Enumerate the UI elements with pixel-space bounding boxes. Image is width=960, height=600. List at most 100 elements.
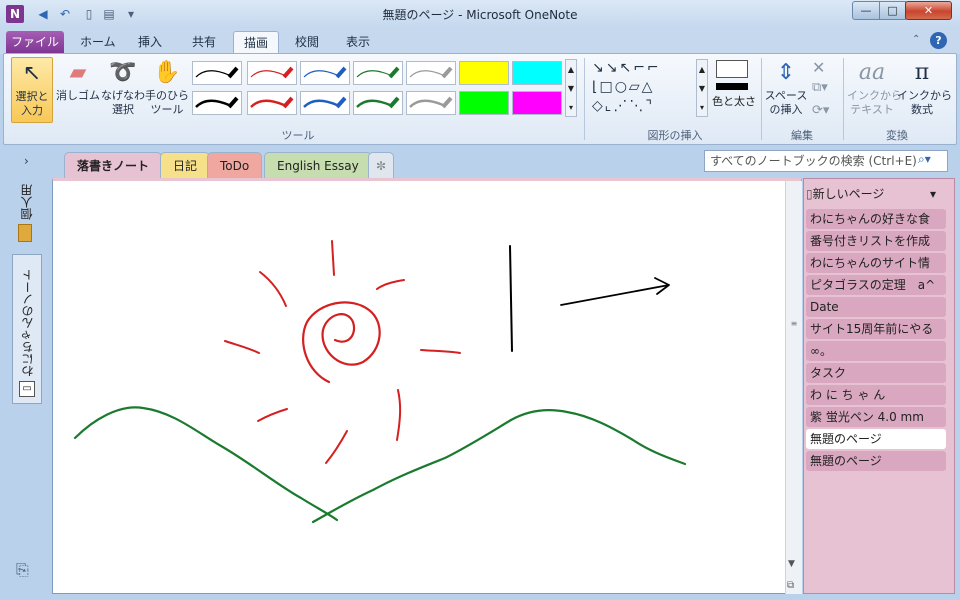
ink-to-text-button[interactable]: aa インクから テキスト <box>847 57 902 123</box>
delete-icon[interactable]: ✕ <box>812 58 825 77</box>
pen-gallery-scroll[interactable]: ▲ ▼ ▾ <box>565 59 577 117</box>
tab-review[interactable]: 校閲 <box>285 31 329 53</box>
highlighter-yellow[interactable] <box>459 61 509 85</box>
tab-file[interactable]: ファイル <box>6 31 64 53</box>
arrange-icon[interactable]: ⧉▾ <box>812 80 828 95</box>
page-tab-item[interactable]: わにちゃんのサイト情 <box>806 253 946 273</box>
page-tab-item[interactable]: わにちゃんの好きな食 <box>806 209 946 229</box>
page-tab-item[interactable]: ピタゴラスの定理 a^ <box>806 275 946 295</box>
pen-swatch[interactable] <box>247 91 297 115</box>
eraser-icon: ▰ <box>69 60 87 85</box>
ink-to-text-label: インクから テキスト <box>847 89 902 116</box>
window-title: 無題のページ - Microsoft OneNote <box>382 8 578 22</box>
tab-draw[interactable]: 描画 <box>233 31 280 53</box>
line-width-icon <box>716 83 748 90</box>
insert-space-label: スペース の挿入 <box>764 89 808 116</box>
new-page-dropdown-icon[interactable]: ▾ <box>930 184 936 204</box>
shapes-gallery[interactable]: ↘↘↖⌐⌐ ⌊□○▱△ ◇⌞⋰⋱⌝ <box>592 59 696 119</box>
tab-insert[interactable]: 挿入 <box>128 31 172 53</box>
open-notebook-icon: ▭ <box>19 381 35 397</box>
notebook-wani-label: わにちゃんのノート <box>21 269 35 377</box>
page-tab-item[interactable]: 紫 蛍光ペン 4.0 mm <box>806 407 946 427</box>
new-page-button[interactable]: ▯新しいページ ▾ <box>806 184 952 204</box>
pen-swatch[interactable] <box>406 91 456 115</box>
hand-icon: ✋ <box>153 60 181 85</box>
canvas-vertical-scrollbar[interactable]: ≡ ▼ <box>785 181 802 594</box>
rotate-icon[interactable]: ⟳▾ <box>812 103 829 118</box>
highlighter-magenta[interactable] <box>512 91 562 115</box>
pan-tool-button[interactable]: ✋ 手のひら ツール <box>145 57 189 123</box>
help-icon[interactable]: ? <box>930 32 947 49</box>
shapes-gallery-scroll[interactable]: ▲ ▼ ▾ <box>696 59 708 117</box>
new-section-tab-icon[interactable]: ✼ <box>368 152 395 178</box>
page-tab-item[interactable]: タスク <box>806 363 946 383</box>
eraser-label: 消しゴム <box>56 89 100 102</box>
notebook-personal[interactable]: 個人用 <box>12 182 42 246</box>
vertical-line-stroke <box>509 245 513 352</box>
sun-ray-stroke <box>331 240 335 276</box>
page-tab-item[interactable]: Date <box>806 297 946 317</box>
section-tab-diary[interactable]: 日記 <box>160 152 211 178</box>
search-input[interactable]: すべてのノートブックの検索 (Ctrl+E) <box>704 150 948 172</box>
pen-swatch[interactable] <box>300 61 350 85</box>
page-size-icon: ⧉ <box>787 580 795 591</box>
tab-view[interactable]: 表示 <box>336 31 380 53</box>
insert-shapes-group-label: 図形の挿入 <box>647 129 703 142</box>
collapse-ribbon-icon[interactable]: ⌃ <box>912 34 920 45</box>
section-tab-todo[interactable]: ToDo <box>207 152 263 178</box>
section-tab-english-essay[interactable]: English Essay <box>264 152 372 178</box>
pen-swatch[interactable] <box>353 91 403 115</box>
color-and-width-button[interactable]: 色と太さ <box>712 93 756 109</box>
highlighter-green[interactable] <box>459 91 509 115</box>
highlighter-cyan[interactable] <box>512 61 562 85</box>
tools-group-label: ツール <box>281 129 315 142</box>
minimize-button[interactable]: — <box>852 1 880 20</box>
select-label: 選択と 入力 <box>15 90 49 117</box>
sun-ray-stroke <box>376 279 405 290</box>
eraser-button[interactable]: ▰ 消しゴム <box>56 57 100 123</box>
tab-home[interactable]: ホーム <box>70 31 126 53</box>
new-page-label: 新しいページ <box>812 187 885 201</box>
scroll-thumb[interactable]: ≡ <box>788 319 800 329</box>
pan-label: 手のひら ツール <box>145 89 189 116</box>
arrow-stroke <box>560 277 670 306</box>
sun-spiral-stroke <box>302 301 381 384</box>
pen-swatch[interactable] <box>247 61 297 85</box>
page-tab-item[interactable]: 番号付きリストを作成 <box>806 231 946 251</box>
pen-swatch[interactable] <box>406 61 456 85</box>
notebook-wani[interactable]: わにちゃんのノート ▭ <box>12 254 42 404</box>
page-tab-item[interactable]: サイト15周年前にやる <box>806 319 946 339</box>
ink-drawing[interactable] <box>53 181 785 593</box>
page-tab-item[interactable]: ∞。 <box>806 341 946 361</box>
sun-ray-stroke <box>257 408 288 422</box>
note-canvas[interactable] <box>52 178 802 594</box>
maximize-button[interactable]: □ <box>879 1 906 20</box>
pen-swatch[interactable] <box>192 61 242 85</box>
pen-swatch[interactable] <box>353 61 403 85</box>
sun-ray-stroke <box>325 430 348 464</box>
insert-space-button[interactable]: ⇕ スペース の挿入 <box>764 57 808 123</box>
unfiled-notes-icon[interactable]: ⎘ <box>16 560 29 580</box>
color-swatch-icon <box>716 60 748 78</box>
page-tab-item[interactable]: 無題のページ <box>806 429 946 449</box>
close-button[interactable]: ✕ <box>905 1 952 20</box>
page-tab-item[interactable]: わ に ち ゃ ん <box>806 385 946 405</box>
page-tab-item[interactable]: 無題のページ <box>806 451 946 471</box>
sun-ray-stroke <box>259 271 287 307</box>
new-page-icon: ▯ <box>806 187 813 201</box>
lasso-icon: ➰ <box>109 60 137 85</box>
group-separator <box>584 58 585 140</box>
section-tab-scribble[interactable]: 落書きノート <box>64 152 163 180</box>
tab-share[interactable]: 共有 <box>182 31 226 53</box>
sun-ray-stroke <box>420 349 461 354</box>
lasso-select-button[interactable]: ➰ なげなわ 選択 <box>101 57 145 123</box>
scroll-down-arrow[interactable]: ▼ <box>788 559 795 569</box>
pen-swatch[interactable] <box>192 91 242 115</box>
expand-navigation-icon[interactable]: › <box>24 154 29 168</box>
pen-swatch[interactable] <box>300 91 350 115</box>
sun-ray-stroke <box>224 340 260 354</box>
sun-ray-stroke <box>396 389 402 441</box>
ink-to-math-button[interactable]: π インクから 数式 <box>897 57 952 123</box>
select-and-type-button[interactable]: ↖ 選択と 入力 <box>11 57 53 123</box>
search-icon[interactable]: ⌕▾ <box>918 152 931 167</box>
